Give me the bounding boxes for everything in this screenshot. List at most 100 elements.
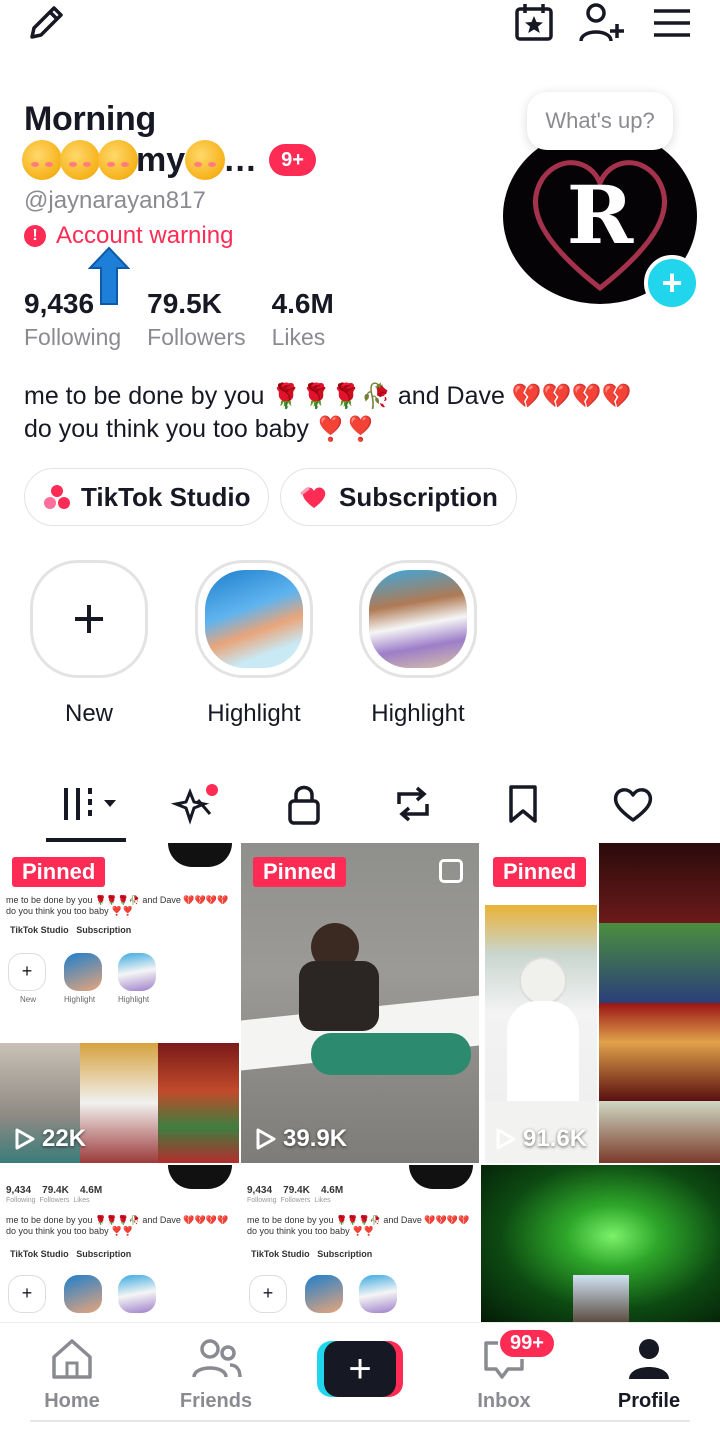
view-count: 39.9K [255, 1125, 347, 1153]
mini-bio-line2: do you think you too baby ❣️❣️ [6, 1226, 134, 1236]
pinned-badge: Pinned [12, 857, 106, 887]
edit-pencil-icon[interactable] [22, 0, 70, 46]
bio-line-2: do you think you too baby ❣️❣️ [24, 413, 631, 446]
video-tile[interactable]: Pinned 91.6K [481, 843, 720, 1163]
tab-private[interactable] [264, 768, 344, 840]
green-cloth [311, 1033, 471, 1075]
mini-subscription-label: Subscription [76, 1249, 132, 1259]
add-story-plus-icon[interactable]: + [644, 255, 700, 311]
tab-liked[interactable] [593, 768, 673, 840]
mini-highlight-thumb [118, 1275, 156, 1313]
mini-bio-line1: me to be done by you 🌹🌹🌹🥀 and Dave 💔💔💔💔 [6, 1215, 229, 1225]
followers-stat[interactable]: 79.5K Followers [147, 288, 245, 351]
video-tile[interactable]: 9,434 79.4K 4.6M Following Followers Lik… [0, 1165, 239, 1323]
profile-name-line1: Morning [24, 100, 156, 138]
view-count-label: 39.9K [283, 1125, 348, 1152]
collage-photo [599, 1101, 720, 1163]
mini-subscription-label: Subscription [76, 925, 132, 935]
highlight-label: Highlight [371, 700, 465, 727]
collage-photo [485, 905, 597, 1101]
tab-favorites[interactable] [483, 768, 563, 840]
tiktok-studio-button[interactable]: TikTok Studio [24, 468, 270, 526]
boy-body [299, 961, 379, 1031]
calendar-star-icon[interactable] [510, 0, 558, 46]
likes-stat[interactable]: 4.6M Likes [272, 288, 334, 351]
elder-cap [519, 957, 567, 1005]
nav-profile[interactable]: Profile [599, 1337, 699, 1413]
mini-bio-line2: do you think you too baby ❣️❣️ [247, 1226, 375, 1236]
highlight-new[interactable]: New [29, 560, 149, 728]
profile-name-text: my [136, 140, 186, 179]
heart-exclamation-icon: ❣️❣️ [315, 416, 376, 443]
mini-studio-label: TikTok Studio [251, 1249, 310, 1259]
mini-studio-label: TikTok Studio [10, 1249, 69, 1259]
collage-photo [599, 1003, 720, 1101]
play-icon [496, 1128, 516, 1150]
following-stat[interactable]: 9,436 Following [24, 288, 121, 351]
view-count-label: 22K [42, 1125, 87, 1152]
mini-studio: TikTok Studio Subscription [10, 925, 132, 935]
nav-home[interactable]: Home [22, 1337, 122, 1413]
mini-new-highlight: + [249, 1275, 287, 1313]
profile-bio: me to be done by you 🌹🌹🌹🥀 and Dave 💔💔💔💔 … [24, 380, 631, 446]
mini-stat: 79.4K [283, 1185, 310, 1196]
notification-badge[interactable]: 9+ [269, 144, 316, 176]
status-bubble[interactable]: What's up? [527, 92, 673, 150]
bio-text-b: and Dave [397, 382, 505, 410]
multi-photo-icon [439, 859, 463, 883]
mini-highlight-thumb [64, 1275, 102, 1313]
smiling-hearts-emoji-icon [98, 140, 138, 180]
video-tile[interactable]: me to be done by you 🌹🌹🌹🥀 and Dave 💔💔💔💔 … [0, 843, 239, 1163]
mini-highlight-thumb [305, 1275, 343, 1313]
sparkle-icon [170, 784, 218, 825]
video-tile[interactable]: Pinned 39.9K [241, 843, 479, 1163]
mini-avatar [168, 843, 232, 867]
rose-icon: 🌹🌹🌹🥀 [271, 383, 391, 410]
mini-stat: 9,434 [247, 1185, 273, 1196]
bookmark-icon [509, 785, 537, 823]
mini-new-label: New [20, 995, 37, 1004]
mini-stat: 4.6M [79, 1185, 103, 1196]
view-count-label: 91.6K [523, 1125, 588, 1152]
highlight-item[interactable]: Highlight [358, 560, 478, 728]
tab-reposts-sparkle[interactable] [156, 768, 236, 840]
collage-photo [599, 843, 720, 923]
video-tile[interactable] [481, 1165, 720, 1323]
profile-name-line2: my … 9+ [22, 140, 316, 180]
plus-icon [75, 605, 103, 633]
content-tabs [0, 768, 720, 842]
video-person-photo [573, 1275, 629, 1323]
mini-avatar [168, 1165, 232, 1189]
subscription-button[interactable]: Subscription [280, 468, 517, 526]
smiling-hearts-emoji-icon [22, 140, 62, 180]
mini-bio-line1: me to be done by you 🌹🌹🌹🥀 and Dave 💔💔💔💔 [6, 895, 229, 905]
likes-count: 4.6M [271, 288, 334, 319]
add-friend-icon[interactable] [578, 0, 626, 46]
nav-friends[interactable]: Friends [166, 1337, 266, 1413]
play-icon [256, 1128, 276, 1150]
mini-highlight-label: Highlight [64, 995, 96, 1004]
mini-avatar [409, 1165, 473, 1189]
mini-subscription-label: Subscription [317, 1249, 373, 1259]
mini-stat: 4.6M [320, 1185, 344, 1196]
highlight-item[interactable]: Highlight [194, 560, 314, 728]
mini-stat-labels: Following Followers Likes [6, 1197, 90, 1204]
subscription-label: Subscription [339, 481, 498, 512]
nav-friends-label: Friends [179, 1390, 253, 1412]
followers-count: 79.5K [147, 288, 222, 319]
heart-icon [613, 788, 653, 822]
mini-bio-line1: me to be done by you 🌹🌹🌹🥀 and Dave 💔💔💔💔 [247, 1215, 470, 1225]
video-tile[interactable]: 9,434 79.4K 4.6M Following Followers Lik… [241, 1165, 479, 1323]
mini-stat-label: Followers [39, 1197, 70, 1204]
view-count: 91.6K [495, 1125, 587, 1153]
profile-icon [629, 1339, 669, 1379]
mini-studio-label: TikTok Studio [10, 925, 69, 935]
followers-label: Followers [147, 324, 246, 350]
elder-beard [507, 1001, 579, 1101]
play-icon [15, 1128, 35, 1150]
create-button[interactable]: + [317, 1341, 403, 1397]
profile-stats: 9,436 Following 79.5K Followers 4.6M Lik… [24, 288, 360, 351]
menu-icon[interactable] [648, 0, 696, 46]
tab-videos-grid[interactable] [52, 768, 132, 840]
tab-reposts[interactable] [373, 768, 453, 840]
